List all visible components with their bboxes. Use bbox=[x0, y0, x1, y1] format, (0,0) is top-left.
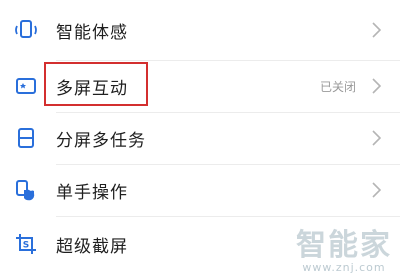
setting-label: 单手操作 bbox=[56, 182, 128, 203]
svg-text:S: S bbox=[23, 241, 29, 251]
setting-row-split-screen[interactable]: 分屏多任务 bbox=[0, 112, 400, 164]
status-text: 已关闭 bbox=[319, 79, 356, 94]
one-hand-icon bbox=[12, 176, 40, 204]
setting-label: 多屏互动 bbox=[56, 78, 128, 99]
setting-row-multi-screen[interactable]: 多屏互动 已关闭 bbox=[0, 60, 400, 112]
settings-list: 智能体感 多屏互动 已关闭 分屏多任务 单手操作 S 超级截屏 bbox=[0, 0, 400, 272]
setting-label: 分屏多任务 bbox=[56, 130, 146, 151]
setting-row-super-screenshot[interactable]: S 超级截屏 bbox=[0, 216, 400, 272]
settings-page: 智能体感 多屏互动 已关闭 分屏多任务 单手操作 S 超级截屏 智能家 www.… bbox=[0, 0, 400, 276]
setting-label: 智能体感 bbox=[56, 22, 128, 43]
setting-row-smart-motion[interactable]: 智能体感 bbox=[0, 0, 400, 60]
device-motion-icon bbox=[12, 16, 40, 44]
screenshot-icon: S bbox=[12, 230, 40, 258]
chevron-right-icon bbox=[370, 20, 382, 40]
screen-share-icon bbox=[12, 72, 40, 100]
split-screen-icon bbox=[12, 124, 40, 152]
chevron-right-icon bbox=[370, 180, 382, 200]
setting-label: 超级截屏 bbox=[56, 236, 128, 257]
chevron-right-icon bbox=[370, 76, 382, 96]
setting-row-one-hand[interactable]: 单手操作 bbox=[0, 164, 400, 216]
chevron-right-icon bbox=[370, 128, 382, 148]
